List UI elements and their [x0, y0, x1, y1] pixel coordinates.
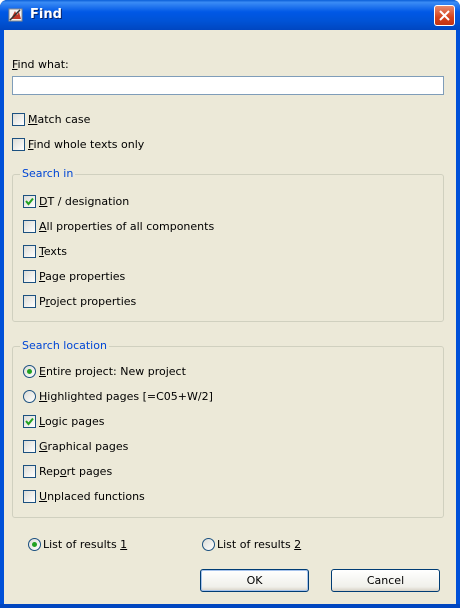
graphical-pages-label: Graphical pages — [39, 440, 129, 453]
logic-pages-checkbox[interactable] — [23, 415, 36, 428]
all-properties-label: All properties of all components — [39, 220, 215, 233]
highlighted-pages-label: Highlighted pages [=C05+W/2] — [39, 390, 213, 403]
page-properties-label: Page properties — [39, 270, 126, 283]
report-pages-label: Report pages — [39, 465, 113, 478]
match-case-label: Match case — [28, 113, 91, 126]
radio-dot-icon — [27, 369, 32, 374]
graphical-pages-checkbox[interactable] — [23, 440, 36, 453]
title-bar[interactable]: Find — [0, 0, 460, 30]
search-location-group: Search location Entire project: New proj… — [12, 339, 444, 518]
highlighted-pages-radio[interactable] — [23, 390, 36, 403]
frame-right — [456, 30, 460, 604]
report-pages-checkbox[interactable] — [23, 465, 36, 478]
list-of-results-1-label: List of results 1 — [43, 538, 128, 551]
find-dialog: Find Find what: Match case Find whole te… — [0, 0, 460, 608]
logic-pages-label: Logic pages — [39, 415, 105, 428]
cancel-button[interactable]: Cancel — [331, 569, 440, 592]
find-what-input[interactable] — [12, 76, 444, 95]
ok-button[interactable]: OK — [200, 569, 309, 592]
project-properties-label: Project properties — [39, 295, 137, 308]
dt-designation-checkbox[interactable] — [23, 195, 36, 208]
list-of-results-2-radio[interactable] — [202, 538, 215, 551]
checkmark-icon — [25, 197, 34, 206]
list-of-results-2-label: List of results 2 — [217, 538, 302, 551]
find-what-label: Find what: — [12, 58, 69, 71]
app-icon — [8, 8, 23, 22]
texts-checkbox[interactable] — [23, 245, 36, 258]
dt-designation-label: DT / designation — [39, 195, 130, 208]
close-icon — [439, 10, 450, 21]
window-title: Find — [30, 7, 62, 22]
search-in-group: Search in DT / designation All propertie… — [12, 167, 444, 322]
texts-label: Texts — [39, 245, 67, 258]
entire-project-label: Entire project: New project — [39, 365, 186, 378]
whole-texts-label: Find whole texts only — [28, 138, 145, 151]
project-properties-checkbox[interactable] — [23, 295, 36, 308]
dialog-body: Find what: Match case Find whole texts o… — [4, 30, 456, 604]
entire-project-radio[interactable] — [23, 365, 36, 378]
page-properties-checkbox[interactable] — [23, 270, 36, 283]
search-in-title: Search in — [20, 167, 76, 180]
radio-dot-icon — [32, 542, 37, 547]
unplaced-functions-label: Unplaced functions — [39, 490, 145, 503]
unplaced-functions-checkbox[interactable] — [23, 490, 36, 503]
all-properties-checkbox[interactable] — [23, 220, 36, 233]
checkmark-icon — [25, 417, 34, 426]
search-location-title: Search location — [20, 339, 109, 352]
whole-texts-checkbox[interactable] — [12, 138, 25, 151]
close-button[interactable] — [434, 5, 455, 26]
match-case-checkbox[interactable] — [12, 113, 25, 126]
list-of-results-1-radio[interactable] — [28, 538, 41, 551]
frame-bottom — [0, 604, 460, 608]
